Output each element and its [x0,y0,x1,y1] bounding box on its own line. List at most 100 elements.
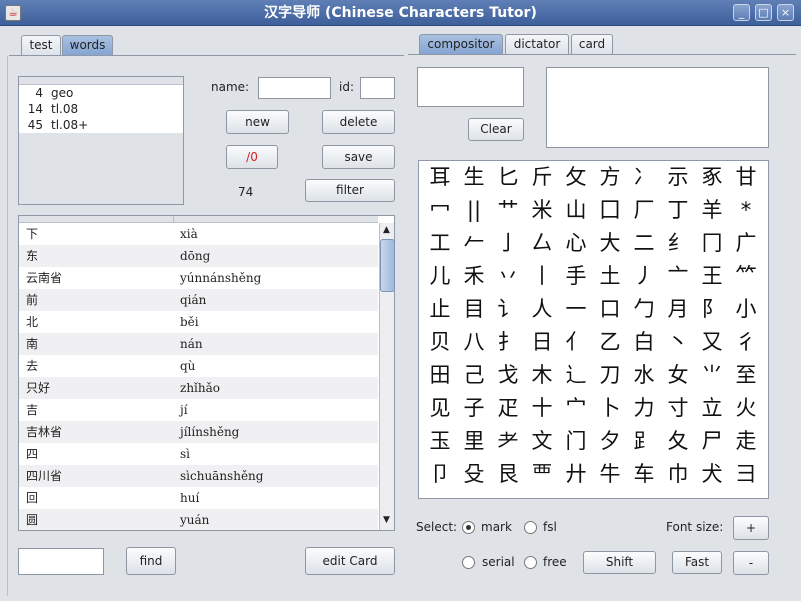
component-cell[interactable]: 小 [729,293,763,326]
component-cell[interactable]: 火 [729,392,763,425]
words-table-body[interactable]: 下 xià 东 dōng 云南省 yúnnánshěng 前 qián 北 běi 南 nán 去 qù 只… [19,223,378,530]
component-cell[interactable]: 山 [559,194,593,227]
compositor-input[interactable] [417,67,524,107]
component-cell[interactable]: 刀 [593,359,627,392]
component-cell[interactable]: 大 [593,227,627,260]
close-button[interactable]: × [777,4,794,21]
component-cell[interactable]: 卜 [593,392,627,425]
component-cell[interactable]: 巾 [661,458,695,491]
component-cell[interactable]: 玉 [423,425,457,458]
serial-radio[interactable] [462,556,475,569]
component-cell[interactable]: 又 [695,326,729,359]
table-row[interactable]: 回 huí [19,487,378,509]
component-cell[interactable]: 耳 [423,161,457,194]
component-cell[interactable]: 羊 [695,194,729,227]
component-cell[interactable]: 丿 [627,260,661,293]
component-cell[interactable]: 月 [661,293,695,326]
component-cell[interactable]: 勹 [627,293,661,326]
table-row[interactable]: 北 běi [19,311,378,333]
scroll-down-icon[interactable]: ▼ [383,516,390,525]
component-cell[interactable]: 子 [457,392,491,425]
table-row[interactable]: 南 nán [19,333,378,355]
tab-compositor[interactable]: compositor [419,34,503,54]
component-cell[interactable]: 禾 [457,260,491,293]
component-cell[interactable]: 车 [627,458,661,491]
tab-words[interactable]: words [62,35,113,55]
component-cell[interactable]: 见 [423,392,457,425]
component-cell[interactable]: 斤 [525,161,559,194]
component-cell[interactable]: 白 [627,326,661,359]
component-cell[interactable]: 米 [525,194,559,227]
component-cell[interactable]: 丨 [525,260,559,293]
component-cell[interactable]: * [729,194,763,227]
component-cell[interactable]: 卩 [423,458,457,491]
words-scrollbar[interactable]: ▲ ▼ [379,223,395,530]
fast-button[interactable]: Fast [672,551,722,574]
component-cell[interactable]: 丷 [491,260,525,293]
component-cell[interactable]: 冂 [695,227,729,260]
component-cell[interactable]: 扌 [491,326,525,359]
tab-test[interactable]: test [21,35,61,55]
component-cell[interactable]: 目 [457,293,491,326]
component-cell[interactable]: 人 [525,293,559,326]
component-cell[interactable]: 一 [559,293,593,326]
component-cell[interactable]: 辶 [559,359,593,392]
component-cell[interactable]: 丶 [661,326,695,359]
component-cell[interactable]: ⺮ [729,260,763,293]
free-radio[interactable] [524,556,537,569]
component-cell[interactable]: 夂 [661,425,695,458]
component-cell[interactable]: 示 [661,161,695,194]
component-cell[interactable]: 田 [423,359,457,392]
component-cell[interactable]: 工 [423,227,457,260]
component-cell[interactable]: 丁 [661,194,695,227]
scroll-thumb[interactable] [380,239,395,292]
table-row[interactable]: 前 qián [19,289,378,311]
component-cell[interactable]: 乙 [593,326,627,359]
table-row[interactable]: 只好 zhǐhǎo [19,377,378,399]
component-cell[interactable]: 止 [423,293,457,326]
component-cell[interactable]: 手 [559,260,593,293]
component-cell[interactable]: 门 [559,425,593,458]
table-row[interactable]: 吉林省 jílínshěng [19,421,378,443]
ratio-button[interactable]: /0 [226,145,278,169]
component-cell[interactable]: 寸 [661,392,695,425]
component-cell[interactable]: 亠 [661,260,695,293]
component-cell[interactable]: ⺌ [695,359,729,392]
find-input[interactable] [18,548,104,575]
table-row[interactable]: 东 dōng [19,245,378,267]
component-cell[interactable]: 牛 [593,458,627,491]
scroll-up-icon[interactable]: ▲ [383,226,390,235]
component-cell[interactable]: 艮 [491,458,525,491]
component-cell[interactable]: 走 [729,425,763,458]
save-button[interactable]: save [322,145,395,169]
component-cell[interactable]: 𠂉 [457,227,491,260]
table-row[interactable]: 下 xià [19,223,378,245]
component-cell[interactable]: 心 [559,227,593,260]
component-cell[interactable]: 木 [525,359,559,392]
name-field[interactable] [258,77,331,99]
component-cell[interactable]: 讠 [491,293,525,326]
component-cell[interactable]: 戈 [491,359,525,392]
component-cell[interactable]: 殳 [457,458,491,491]
table-row[interactable]: 圆 yuán [19,509,378,530]
component-cell[interactable]: 夕 [593,425,627,458]
component-grid[interactable]: 耳生匕斤攵方冫示豖甘冖 || 艹米山囗厂丁羊 * 工 𠂉 亅厶心大二纟冂广儿禾丷丨手土丿亠王… [418,160,769,499]
component-cell[interactable]: 十 [525,392,559,425]
table-row[interactable]: 去 qù [19,355,378,377]
component-cell[interactable]: 宀 [559,392,593,425]
component-cell[interactable]: 囗 [593,194,627,227]
table-row[interactable]: 四川省 sìchuānshěng [19,465,378,487]
component-cell[interactable]: 水 [627,359,661,392]
component-cell[interactable]: 王 [695,260,729,293]
component-cell[interactable]: 立 [695,392,729,425]
component-cell[interactable]: 厶 [525,227,559,260]
mark-radio[interactable] [462,521,475,534]
delete-button[interactable]: delete [322,110,395,134]
component-cell[interactable]: 土 [593,260,627,293]
component-cell[interactable]: ⻊ [627,425,661,458]
list-item[interactable]: 45 tl.08+ [19,117,183,133]
maximize-button[interactable]: □ [755,4,772,21]
list-item[interactable]: 14 tl.08 [19,101,183,117]
component-cell[interactable]: 二 [627,227,661,260]
component-cell[interactable]: 日 [525,326,559,359]
